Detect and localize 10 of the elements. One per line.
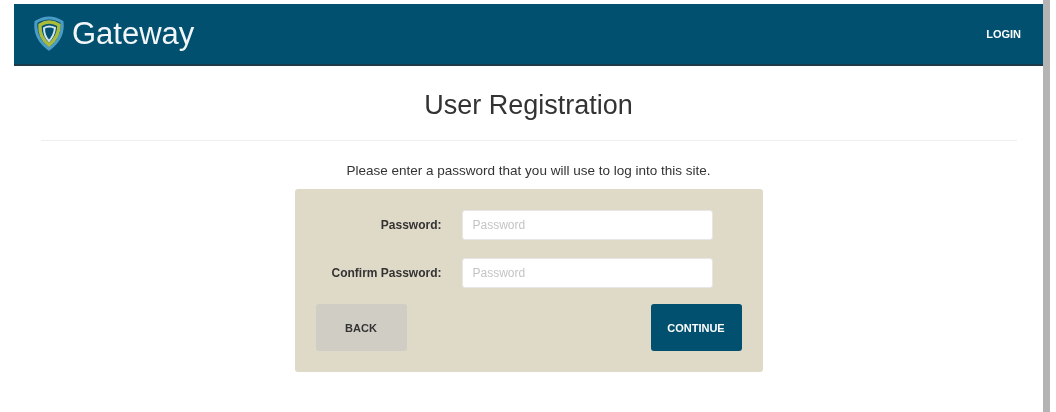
- field-label: Password:: [379, 218, 442, 232]
- field-label: Confirm Password:: [330, 266, 442, 280]
- login-link[interactable]: LOGIN: [986, 28, 1021, 40]
- password-field[interactable]: Password: [461, 210, 713, 240]
- page-title: User Registration: [424, 90, 633, 122]
- continue-button[interactable]: CONTINUE: [650, 304, 742, 351]
- back-button[interactable]: BACK: [315, 304, 407, 351]
- password-field[interactable]: Password: [461, 258, 713, 288]
- brand-name: Gateway: [72, 16, 195, 52]
- instructions: Please enter a password that you will use to log into this site.: [346, 163, 711, 178]
